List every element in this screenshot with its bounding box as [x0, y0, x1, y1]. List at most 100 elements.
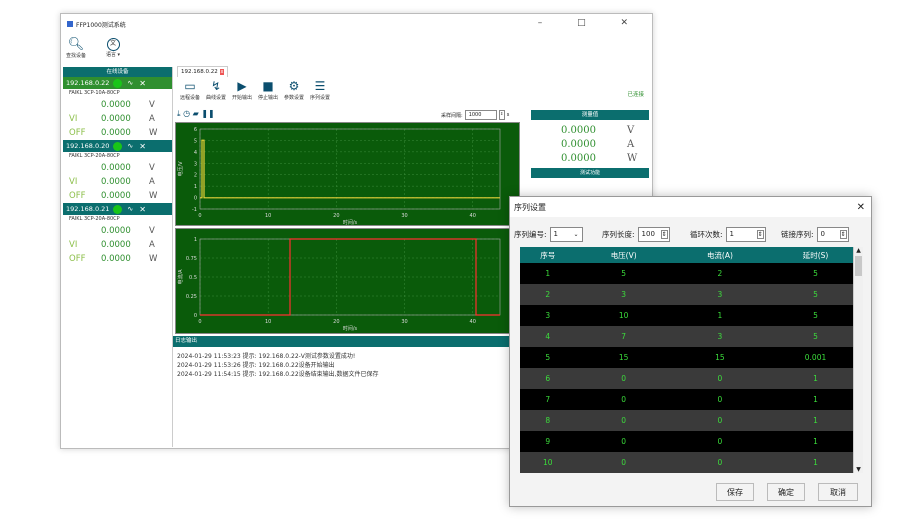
table-cell[interactable]: 0: [575, 452, 672, 473]
tool-settings-button[interactable]: ⚙ 参数设置: [281, 78, 307, 101]
table-cell[interactable]: 5: [520, 347, 576, 368]
table-cell[interactable]: 1: [768, 410, 863, 431]
table-row[interactable]: 4735: [520, 326, 863, 347]
table-cell[interactable]: 7: [520, 389, 576, 410]
column-header[interactable]: 延时(S): [768, 247, 863, 263]
scroll-down-icon[interactable]: ▼: [854, 466, 863, 473]
table-cell[interactable]: 5: [768, 263, 863, 284]
language-button[interactable]: 文 语言 ▾: [97, 38, 129, 58]
table-cell[interactable]: 3: [671, 284, 769, 305]
tool-curve-button[interactable]: ↯ 曲线设置: [203, 78, 229, 101]
device-card[interactable]: 192.168.0.20 ∿ ✕ FAIKL 3CP-20A-80CP 0.00…: [63, 140, 172, 203]
close-icon[interactable]: ✕: [139, 79, 146, 88]
table-cell[interactable]: 5: [768, 284, 863, 305]
ok-button[interactable]: 确定: [767, 483, 805, 501]
table-cell[interactable]: 1: [520, 263, 576, 284]
table-row[interactable]: 9001: [520, 431, 863, 452]
loops-input[interactable]: 1 ⇕: [725, 226, 766, 242]
table-cell[interactable]: 5: [768, 326, 863, 347]
table-cell[interactable]: 0: [671, 410, 769, 431]
table-cell[interactable]: 3: [671, 326, 769, 347]
table-row[interactable]: 6001: [520, 368, 863, 389]
tool-monitor-button[interactable]: ▭ 远程设备: [177, 78, 203, 101]
loops-stepper[interactable]: ⇕: [756, 229, 764, 239]
table-cell[interactable]: 10: [520, 452, 576, 473]
cancel-button[interactable]: 取消: [818, 483, 858, 501]
table-cell[interactable]: 1: [768, 452, 863, 473]
sample-stepper[interactable]: ⇕: [498, 110, 505, 120]
table-cell[interactable]: 0: [671, 452, 769, 473]
seq-no-select[interactable]: 1 ⌄: [549, 226, 583, 242]
search-device-button[interactable]: 🔍︎ 查找设备: [65, 38, 87, 60]
table-row[interactable]: 7001: [520, 389, 863, 410]
link-stepper[interactable]: ⇕: [839, 229, 847, 239]
device-header[interactable]: 192.168.0.21 ∿ ✕: [63, 203, 172, 215]
clock-icon[interactable]: ◷: [183, 109, 190, 118]
table-cell[interactable]: 7: [575, 326, 672, 347]
table-cell[interactable]: 9: [520, 431, 576, 452]
pause-icon[interactable]: ❚❚: [201, 109, 214, 118]
table-cell[interactable]: 0: [671, 389, 769, 410]
y-tick-label: 1: [194, 184, 197, 190]
table-cell[interactable]: 0: [671, 368, 769, 389]
device-card[interactable]: 192.168.0.22 ∿ ✕ FAIKL 3CP-10A-80CP 0.00…: [63, 77, 172, 140]
seq-len-stepper[interactable]: ⇕: [660, 229, 668, 239]
table-cell[interactable]: 2: [520, 284, 576, 305]
table-cell[interactable]: 15: [671, 347, 769, 368]
table-row[interactable]: 10 0 0 1: [520, 452, 863, 473]
table-row[interactable]: 8001: [520, 410, 863, 431]
scroll-thumb[interactable]: [855, 256, 862, 276]
tool-list-button[interactable]: ☰ 序列设置: [307, 78, 333, 101]
table-cell[interactable]: 6: [520, 368, 576, 389]
table-cell[interactable]: 0: [575, 368, 672, 389]
link-input[interactable]: 0 ⇕: [816, 226, 849, 242]
table-cell[interactable]: 3: [520, 305, 576, 326]
table-cell[interactable]: 0: [575, 389, 672, 410]
table-cell[interactable]: 1: [671, 305, 769, 326]
table-cell[interactable]: 0.001: [768, 347, 863, 368]
table-cell[interactable]: 1: [768, 368, 863, 389]
table-cell[interactable]: 3: [575, 284, 672, 305]
table-cell[interactable]: 1: [768, 389, 863, 410]
table-cell[interactable]: 0: [575, 410, 672, 431]
column-header[interactable]: 序号: [520, 247, 576, 263]
table-row[interactable]: 2335: [520, 284, 863, 305]
sequence-dialog: 序列设置 ✕ 序列编号: 1 ⌄ 序列长度: 100 ⇕ 循环次数: 1 ⇕ 链…: [509, 196, 872, 507]
folder-icon[interactable]: ▰: [193, 109, 199, 118]
tab-close-icon[interactable]: x: [219, 69, 225, 75]
table-cell[interactable]: 5: [575, 263, 672, 284]
table-cell[interactable]: 10: [575, 305, 672, 326]
table-row[interactable]: 1525: [520, 263, 863, 284]
window-controls[interactable]: – □ ✕: [538, 18, 644, 28]
device-header[interactable]: 192.168.0.20 ∿ ✕: [63, 140, 172, 152]
close-icon[interactable]: ✕: [139, 205, 146, 214]
save-button[interactable]: 保存: [716, 483, 754, 501]
close-icon[interactable]: ✕: [857, 202, 865, 213]
device-card[interactable]: 192.168.0.21 ∿ ✕ FAIKL 3CP-20A-80CP 0.00…: [63, 203, 172, 266]
seq-len-input[interactable]: 100 ⇕: [637, 226, 670, 242]
table-cell[interactable]: 0: [575, 431, 672, 452]
tool-play-button[interactable]: ▶ 开始输出: [229, 78, 255, 101]
list-icon: ☰: [314, 79, 326, 93]
voltage-chart: 0 10 20 30 40 6 5 4 3 2 1 0 -1 时间/s 电压/V: [175, 122, 520, 226]
close-icon[interactable]: ✕: [139, 142, 146, 151]
device-header[interactable]: 192.168.0.22 ∿ ✕: [63, 77, 172, 89]
tool-stop-button[interactable]: ■ 停止输出: [255, 78, 281, 101]
table-cell[interactable]: 4: [520, 326, 576, 347]
table-row[interactable]: 3 10 1 5: [520, 305, 863, 326]
search-device-label: 查找设备: [65, 53, 86, 59]
export-icon[interactable]: ⤓: [177, 109, 181, 118]
table-cell[interactable]: 2: [671, 263, 769, 284]
table-cell[interactable]: 0: [671, 431, 769, 452]
table-row[interactable]: 5 15 15 0.001: [520, 347, 863, 368]
scroll-up-icon[interactable]: ▲: [854, 247, 863, 254]
table-cell[interactable]: 5: [768, 305, 863, 326]
column-header[interactable]: 电流(A): [671, 247, 769, 263]
table-cell[interactable]: 1: [768, 431, 863, 452]
sample-interval-input[interactable]: 1000: [464, 110, 497, 120]
table-cell[interactable]: 8: [520, 410, 576, 431]
table-scrollbar[interactable]: ▲ ▼: [853, 247, 863, 473]
table-cell[interactable]: 15: [575, 347, 672, 368]
column-header[interactable]: 电压(V): [575, 247, 672, 263]
tab-device[interactable]: 192.168.0.22 x: [177, 66, 229, 77]
